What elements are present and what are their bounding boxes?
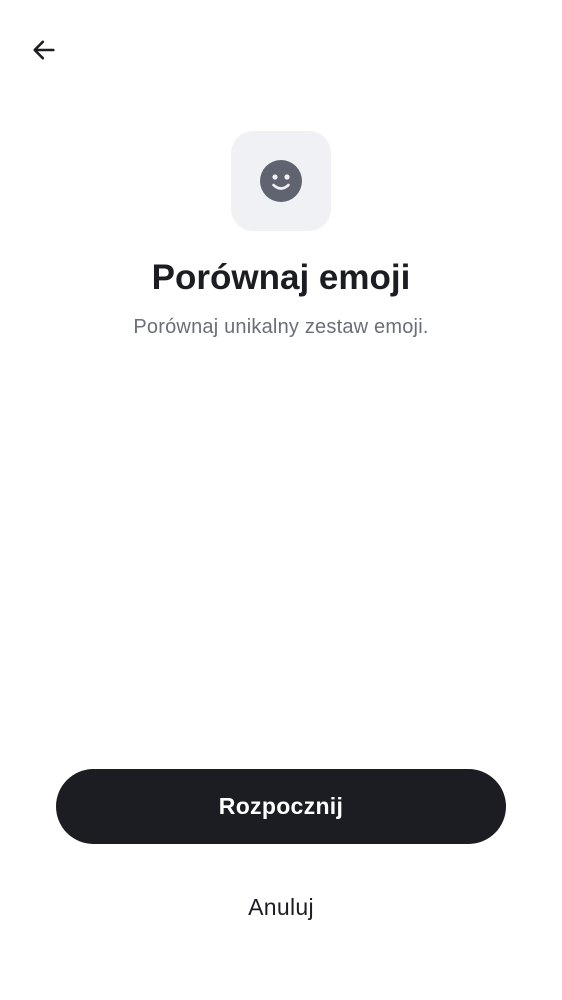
arrow-left-icon bbox=[33, 40, 55, 60]
page-subtitle: Porównaj unikalny zestaw emoji. bbox=[133, 316, 429, 338]
cancel-button[interactable]: Anuluj bbox=[181, 880, 381, 934]
emoji-icon-tile bbox=[231, 131, 331, 231]
start-button[interactable]: Rozpocznij bbox=[56, 769, 506, 844]
page-title: Porównaj emoji bbox=[151, 258, 411, 297]
smiley-face-icon bbox=[260, 160, 302, 202]
back-button[interactable] bbox=[22, 28, 66, 72]
